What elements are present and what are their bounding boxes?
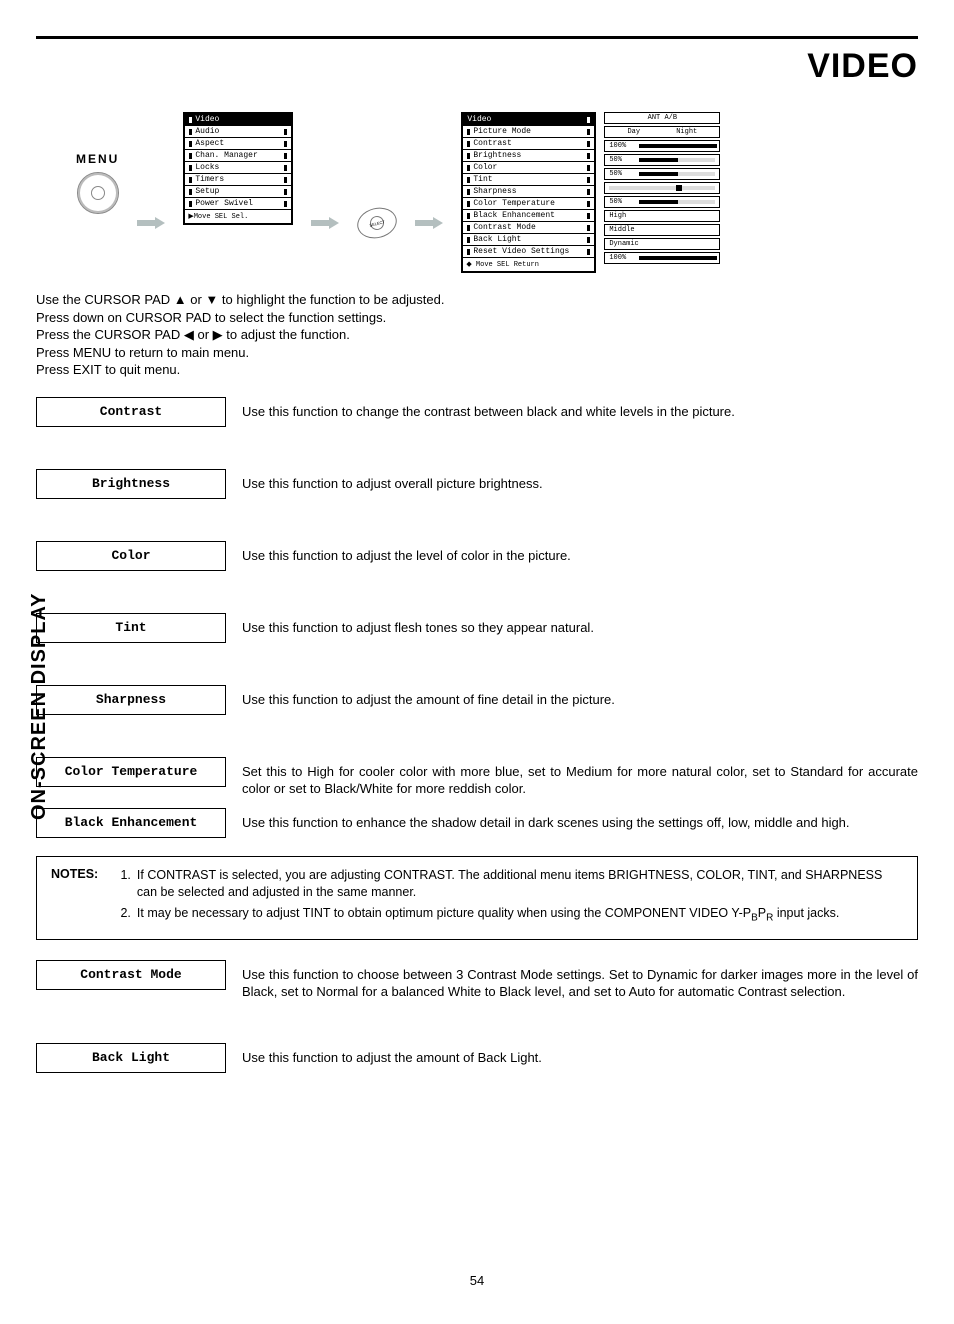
- osd-footer: ▶Move SEL Sel.: [185, 209, 291, 223]
- value-box: DayNight: [604, 126, 720, 138]
- definition-text: Set this to High for cooler color with m…: [242, 757, 918, 798]
- menu-button-block: MENU: [76, 152, 119, 214]
- notes-box: NOTES: 1.If CONTRAST is selected, you ar…: [36, 856, 918, 940]
- page-number: 54: [36, 1273, 918, 1288]
- instruction-line: Press the CURSOR PAD ◀ or ▶ to adjust th…: [36, 326, 918, 344]
- page-top-rule: [36, 36, 918, 39]
- osd-right-wrap: VideoPicture ModeContrastBrightnessColor…: [461, 112, 720, 273]
- definition-label: Tint: [36, 613, 226, 643]
- definition-row: Contrast Mode Use this function to choose…: [36, 960, 918, 1001]
- cursor-pad-icon: [77, 172, 119, 214]
- definition-label: Black Enhancement: [36, 808, 226, 838]
- value-box: Dynamic: [604, 238, 720, 250]
- definition-row: Color Temperature Set this to High for co…: [36, 757, 918, 798]
- definition-row: Color Use this function to adjust the lev…: [36, 541, 918, 571]
- value-column: ANT A/B DayNight 100% 50% 50% 50% High Middle Dy…: [604, 112, 720, 264]
- page-title: VIDEO: [36, 47, 918, 86]
- definition-text: Use this function to adjust the amount o…: [242, 1043, 542, 1067]
- sidebar-label: ON-SCREEN DISPLAY: [28, 593, 51, 820]
- definition-label: Back Light: [36, 1043, 226, 1073]
- value-box: 50%: [604, 154, 720, 166]
- osd-left-panel: VideoAudioAspectChan. ManagerLocksTimers…: [183, 112, 293, 225]
- definition-label: Sharpness: [36, 685, 226, 715]
- instruction-line: Press EXIT to quit menu.: [36, 361, 918, 379]
- definition-text: Use this function to enhance the shadow …: [242, 808, 850, 832]
- definition-text: Use this function to adjust the amount o…: [242, 685, 615, 709]
- definition-text: Use this function to choose between 3 Co…: [242, 960, 918, 1001]
- menu-label: MENU: [76, 152, 119, 166]
- notes-list: 1.If CONTRAST is selected, you are adjus…: [120, 867, 902, 929]
- instruction-line: Use the CURSOR PAD ▲ or ▼ to highlight t…: [36, 291, 918, 309]
- definition-text: Use this function to change the contrast…: [242, 397, 735, 421]
- arrow-icon: [137, 219, 165, 227]
- definition-text: Use this function to adjust flesh tones …: [242, 613, 594, 637]
- value-box: Middle: [604, 224, 720, 236]
- value-box: 100%: [604, 252, 720, 264]
- definition-text: Use this function to adjust the level of…: [242, 541, 571, 565]
- definition-row: Back Light Use this function to adjust th…: [36, 1043, 918, 1073]
- arrow-icon: [415, 219, 443, 227]
- definition-row: Black Enhancement Use this function to en…: [36, 808, 918, 838]
- instructions: Use the CURSOR PAD ▲ or ▼ to highlight t…: [36, 291, 918, 379]
- notes-label: NOTES:: [51, 867, 117, 881]
- value-box: High: [604, 210, 720, 222]
- value-box: 50%: [604, 196, 720, 208]
- definition-text: Use this function to adjust overall pict…: [242, 469, 543, 493]
- instruction-line: Press down on CURSOR PAD to select the f…: [36, 309, 918, 327]
- definition-row: Sharpness Use this function to adjust the…: [36, 685, 918, 715]
- definition-label: Color: [36, 541, 226, 571]
- definition-row: Contrast Use this function to change the …: [36, 397, 918, 427]
- definition-label: Contrast: [36, 397, 226, 427]
- note-item: 1.If CONTRAST is selected, you are adjus…: [120, 867, 902, 901]
- osd-footer: ◆ Move SEL Return: [463, 257, 594, 271]
- instruction-line: Press MENU to return to main menu.: [36, 344, 918, 362]
- definition-label: Contrast Mode: [36, 960, 226, 990]
- value-box: 100%: [604, 140, 720, 152]
- definition-label: Brightness: [36, 469, 226, 499]
- note-item: 2.It may be necessary to adjust TINT to …: [120, 905, 902, 925]
- osd-right-panel: VideoPicture ModeContrastBrightnessColor…: [461, 112, 596, 273]
- definition-label: Color Temperature: [36, 757, 226, 787]
- value-box: 50%: [604, 168, 720, 180]
- value-header: ANT A/B: [604, 112, 720, 124]
- diagram-row: MENU VideoAudioAspectChan. ManagerLocksT…: [76, 112, 918, 273]
- value-box: [604, 182, 720, 194]
- select-button-icon: SELECT: [357, 208, 397, 238]
- arrow-icon: [311, 219, 339, 227]
- definition-row: Brightness Use this function to adjust ov…: [36, 469, 918, 499]
- definition-row: Tint Use this function to adjust flesh to…: [36, 613, 918, 643]
